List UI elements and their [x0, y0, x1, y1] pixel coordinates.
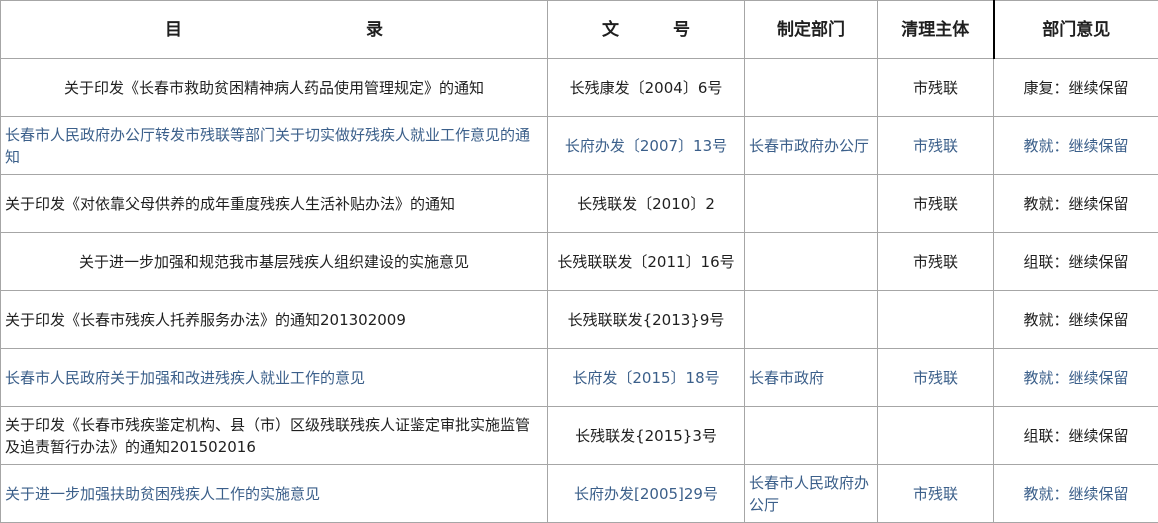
cell-subject: 市残联: [878, 233, 994, 291]
catalog-table: 目 录 文 号 制定部门 清理主体 部门意见 关于印发《长春市救助贫困精神病人药…: [0, 0, 1158, 523]
cell-dept: 长春市人民政府办公厅: [745, 465, 878, 523]
cell-title: 长春市人民政府关于加强和改进残疾人就业工作的意见: [1, 349, 548, 407]
cell-docno: 长残联发{2015}3号: [548, 407, 745, 465]
cell-title: 关于印发《长春市救助贫困精神病人药品使用管理规定》的通知: [1, 59, 548, 117]
cell-opinion: 教就：继续保留: [994, 117, 1158, 175]
cell-opinion: 康复：继续保留: [994, 59, 1158, 117]
header-opinion: 部门意见: [994, 1, 1158, 59]
cell-dept: [745, 59, 878, 117]
header-catalog-char-2: 录: [366, 19, 383, 41]
header-subject: 清理主体: [878, 1, 994, 59]
cell-subject: 市残联: [878, 175, 994, 233]
table-row: 关于印发《长春市残疾人托养服务办法》的通知201302009长残联联发{2013…: [1, 291, 1158, 349]
header-row: 目 录 文 号 制定部门 清理主体 部门意见: [1, 1, 1158, 59]
header-docno: 文 号: [548, 1, 745, 59]
table-row: 长春市人民政府办公厅转发市残联等部门关于切实做好残疾人就业工作意见的通知长府办发…: [1, 117, 1158, 175]
cell-docno: 长府发〔2015〕18号: [548, 349, 745, 407]
cell-title: 关于印发《长春市残疾人托养服务办法》的通知201302009: [1, 291, 548, 349]
cell-docno: 长残康发〔2004〕6号: [548, 59, 745, 117]
cell-docno: 长府办发[2005]29号: [548, 465, 745, 523]
cell-dept: [745, 175, 878, 233]
cell-dept: 长春市政府办公厅: [745, 117, 878, 175]
cell-subject: [878, 291, 994, 349]
table-row: 关于印发《长春市残疾鉴定机构、县（市）区级残联残疾人证鉴定审批实施监管及追责暂行…: [1, 407, 1158, 465]
table-row: 关于进一步加强和规范我市基层残疾人组织建设的实施意见长残联联发〔2011〕16号…: [1, 233, 1158, 291]
cell-dept: 长春市政府: [745, 349, 878, 407]
table-row: 关于印发《长春市救助贫困精神病人药品使用管理规定》的通知长残康发〔2004〕6号…: [1, 59, 1158, 117]
cell-opinion: 组联：继续保留: [994, 407, 1158, 465]
cell-docno: 长残联发〔2010〕2: [548, 175, 745, 233]
cell-title: 关于印发《长春市残疾鉴定机构、县（市）区级残联残疾人证鉴定审批实施监管及追责暂行…: [1, 407, 548, 465]
cell-dept: [745, 407, 878, 465]
cell-opinion: 教就：继续保留: [994, 291, 1158, 349]
header-docno-char-2: 号: [673, 19, 690, 41]
cell-subject: 市残联: [878, 117, 994, 175]
cell-title: 长春市人民政府办公厅转发市残联等部门关于切实做好残疾人就业工作意见的通知: [1, 117, 548, 175]
header-docno-split: 文 号: [552, 19, 740, 41]
header-catalog: 目 录: [1, 1, 548, 59]
cell-subject: 市残联: [878, 465, 994, 523]
cell-subject: 市残联: [878, 59, 994, 117]
header-catalog-char-1: 目: [165, 19, 182, 41]
header-docno-char-1: 文: [602, 19, 619, 41]
table-body: 关于印发《长春市救助贫困精神病人药品使用管理规定》的通知长残康发〔2004〕6号…: [1, 59, 1158, 523]
cell-title: 关于印发《对依靠父母供养的成年重度残疾人生活补贴办法》的通知: [1, 175, 548, 233]
cell-opinion: 教就：继续保留: [994, 175, 1158, 233]
cell-opinion: 教就：继续保留: [994, 465, 1158, 523]
cell-subject: [878, 407, 994, 465]
cell-opinion: 教就：继续保留: [994, 349, 1158, 407]
table-row: 关于进一步加强扶助贫困残疾人工作的实施意见长府办发[2005]29号长春市人民政…: [1, 465, 1158, 523]
cell-dept: [745, 233, 878, 291]
table-row: 长春市人民政府关于加强和改进残疾人就业工作的意见长府发〔2015〕18号长春市政…: [1, 349, 1158, 407]
cell-title: 关于进一步加强和规范我市基层残疾人组织建设的实施意见: [1, 233, 548, 291]
cell-subject: 市残联: [878, 349, 994, 407]
table-row: 关于印发《对依靠父母供养的成年重度残疾人生活补贴办法》的通知长残联发〔2010〕…: [1, 175, 1158, 233]
cell-docno: 长残联联发〔2011〕16号: [548, 233, 745, 291]
header-catalog-split: 目 录: [5, 19, 543, 41]
header-dept: 制定部门: [745, 1, 878, 59]
cell-docno: 长残联联发{2013}9号: [548, 291, 745, 349]
cell-opinion: 组联：继续保留: [994, 233, 1158, 291]
cell-docno: 长府办发〔2007〕13号: [548, 117, 745, 175]
cell-title: 关于进一步加强扶助贫困残疾人工作的实施意见: [1, 465, 548, 523]
cell-dept: [745, 291, 878, 349]
